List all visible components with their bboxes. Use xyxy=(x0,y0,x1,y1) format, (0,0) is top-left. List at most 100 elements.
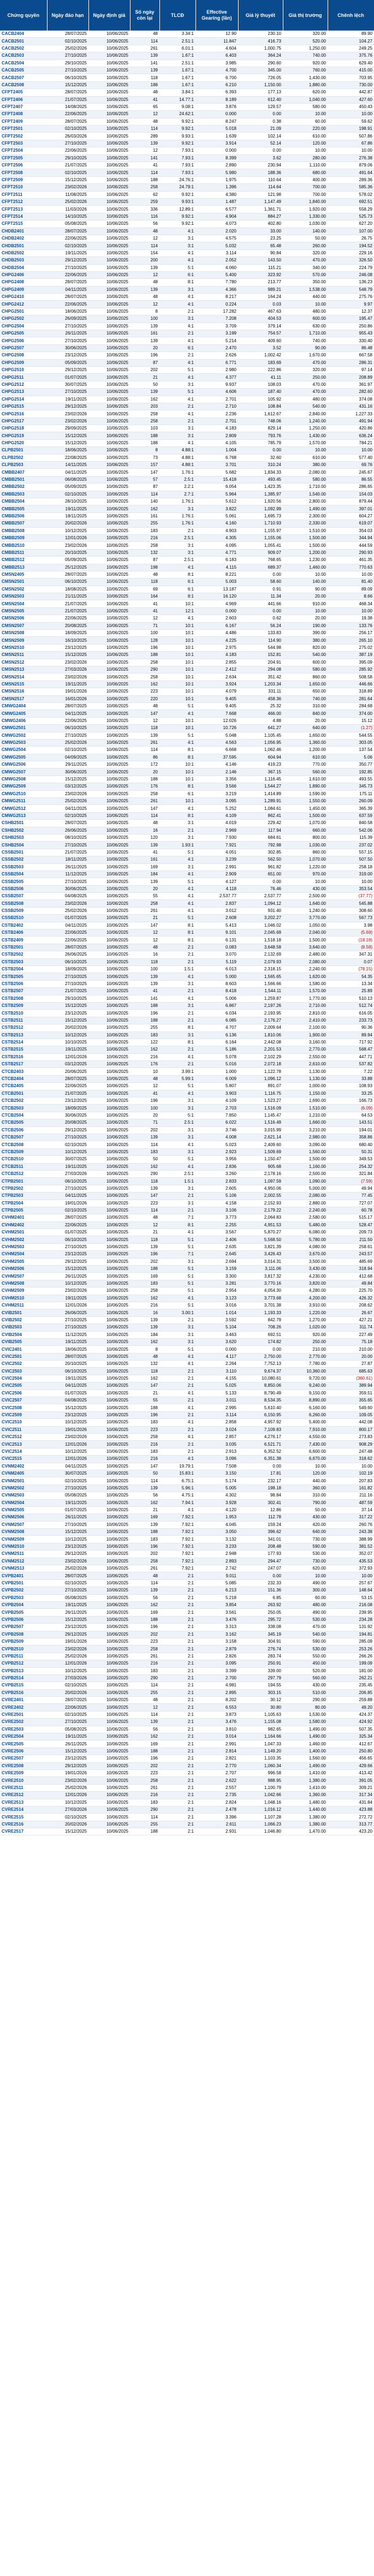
cell-expiry-date: 15/12/2025 xyxy=(47,1265,88,1273)
table-row: CSTB2502 26/06/2025 10/06/2025 16 2:1 3.070 2,… xyxy=(0,951,374,959)
table-row: CVPB2512 12/01/2026 10/06/2025 216 2:1 3.095 2… xyxy=(0,1660,374,1668)
cell-conversion-ratio: 5.99:1 xyxy=(159,1075,195,1083)
cell-conversion-ratio: 3:1 xyxy=(159,1104,195,1112)
cell-effective-gearing: 8.247 xyxy=(195,118,238,126)
cell-valuation-date: 10/06/2025 xyxy=(88,1799,130,1806)
cell-difference: 442.87 xyxy=(328,88,374,97)
cell-warrant-code: CMBB2502 xyxy=(0,483,47,491)
cell-days-remaining: 139 xyxy=(130,1484,159,1493)
cell-valuation-date: 10/06/2025 xyxy=(88,761,130,769)
cell-warrant-code: CSHB2501 xyxy=(0,819,47,827)
cell-warrant-code: CTPB2505 xyxy=(0,1207,47,1215)
table-row: CTCB2510 30/07/2025 10/06/2025 50 5:1 3.956 1,… xyxy=(0,1155,374,1164)
cell-effective-gearing: 2.948 xyxy=(195,1550,238,1558)
cell-days-remaining: 140 xyxy=(130,498,159,506)
cell-valuation-date: 10/06/2025 xyxy=(88,1572,130,1580)
cell-difference: 265.10 xyxy=(328,636,374,645)
cell-warrant-code: CMSN2517 xyxy=(0,695,47,703)
cell-market-price: 450.00 xyxy=(283,1660,328,1668)
cell-difference: 195.47 xyxy=(328,315,374,323)
cell-days-remaining: 188 xyxy=(130,1002,159,1010)
cell-effective-gearing: 2.703 xyxy=(195,1104,238,1112)
cell-theoretical-price: 2,201.53 xyxy=(238,1046,283,1054)
cell-difference: 374.00 xyxy=(328,709,374,718)
cell-days-remaining: 48 xyxy=(130,118,159,126)
cell-expiry-date: 30/06/2025 xyxy=(47,768,88,776)
cell-valuation-date: 10/06/2025 xyxy=(88,512,130,521)
cell-market-price: 2,770.00 xyxy=(283,1046,328,1054)
cell-warrant-code: CTCB2403 xyxy=(0,1068,47,1076)
cell-days-remaining: 139 xyxy=(130,1323,159,1332)
cell-theoretical-price: 1,385.97 xyxy=(238,491,283,499)
table-row: CHDB2502 19/11/2025 10/06/2025 154 4:1 3.114 9… xyxy=(0,249,374,258)
cell-theoretical-price: 102.14 xyxy=(238,132,283,140)
cell-difference: 548.79 xyxy=(328,286,374,294)
cell-valuation-date: 10/06/2025 xyxy=(88,666,130,674)
cell-market-price: 970.00 xyxy=(283,870,328,879)
cell-warrant-code: CVRE2508 xyxy=(0,1762,47,1770)
cell-conversion-ratio: 10:1 xyxy=(159,636,195,645)
cell-theoretical-price: 9,674.37 xyxy=(238,1367,283,1375)
cell-conversion-ratio: 10:1 xyxy=(159,688,195,696)
cell-difference: 77.45 xyxy=(328,1192,374,1200)
cell-days-remaining: 261 xyxy=(130,1784,159,1792)
cell-market-price: 1,210.00 xyxy=(283,1112,328,1120)
cell-valuation-date: 10/06/2025 xyxy=(88,1433,130,1441)
cell-difference: 54.35 xyxy=(328,973,374,981)
cell-valuation-date: 10/06/2025 xyxy=(88,1221,130,1230)
table-row: CMBB2505 19/11/2025 10/06/2025 162 3:1 3.822 1… xyxy=(0,505,374,513)
cell-theoretical-price: 338.08 xyxy=(238,1623,283,1631)
cell-theoretical-price: 726.05 xyxy=(238,74,283,82)
cell-warrant-code: CLPB2503 xyxy=(0,461,47,469)
cell-expiry-date: 02/10/2025 xyxy=(47,1141,88,1149)
cell-days-remaining: 12 xyxy=(130,929,159,937)
cell-difference: 249.25 xyxy=(328,45,374,53)
cell-conversion-ratio: 3:1 xyxy=(159,980,195,988)
table-row: CHPG2510 29/12/2025 10/06/2025 202 5:1 2.980 2… xyxy=(0,366,374,374)
table-row: CVNM2506 26/11/2025 10/06/2025 169 7.92:1 1.9… xyxy=(0,1513,374,1522)
cell-expiry-date: 21/07/2025 xyxy=(47,849,88,857)
cell-market-price: 600.00 xyxy=(283,315,328,323)
cell-difference: 374.08 xyxy=(328,396,374,403)
cell-warrant-code: CMBB2506 xyxy=(0,512,47,521)
cell-difference: 350.77 xyxy=(328,761,374,769)
cell-difference: 209.73 xyxy=(328,1229,374,1237)
cell-difference: 303.05 xyxy=(328,739,374,747)
cell-difference: 208.89 xyxy=(328,373,374,381)
cell-effective-gearing: 5.085 xyxy=(195,1579,238,1588)
cell-effective-gearing: 2.833 xyxy=(195,1177,238,1185)
table-row: CMSN2516 19/01/2026 10/06/2025 223 10:1 4.079… xyxy=(0,688,374,696)
cell-conversion-ratio: 2:1 xyxy=(159,958,195,967)
cell-days-remaining: 71 xyxy=(130,622,159,630)
cell-warrant-code: CSTB2409 xyxy=(0,936,47,944)
table-row: CVNM2402 04/11/2025 10/06/2025 147 19.79:1 7.… xyxy=(0,1463,374,1470)
cell-effective-gearing: 2.969 xyxy=(195,827,238,834)
cell-market-price: 7,780.00 xyxy=(283,1360,328,1368)
table-row: CFPT2511 11/08/2025 10/06/2025 62 9.92:1 4.38… xyxy=(0,191,374,199)
cell-warrant-code: CHPG2519 xyxy=(0,432,47,440)
cell-theoretical-price: 5,610.40 xyxy=(238,1404,283,1412)
table-row: CVPB2506 15/12/2025 10/06/2025 188 2:1 3.476 2… xyxy=(0,1616,374,1624)
cell-warrant-code: CSSB2506 xyxy=(0,885,47,893)
cell-valuation-date: 10/06/2025 xyxy=(88,1535,130,1543)
cell-valuation-date: 10/06/2025 xyxy=(88,59,130,67)
cell-difference: 10.00 xyxy=(328,878,374,886)
cell-days-remaining: 118 xyxy=(130,74,159,82)
cell-theoretical-price: 114.90 xyxy=(238,636,283,645)
cell-conversion-ratio: 3:1 xyxy=(159,1323,195,1332)
cell-warrant-code: CHPG2408 xyxy=(0,278,47,287)
cell-theoretical-price: 108.84 xyxy=(238,403,283,411)
cell-expiry-date: 19/01/2026 xyxy=(47,1638,88,1646)
cell-warrant-code: CMWG2504 xyxy=(0,746,47,754)
cell-conversion-ratio: 2:1 xyxy=(159,1755,195,1763)
cell-days-remaining: 255 xyxy=(130,1689,159,1697)
cell-days-remaining: 139 xyxy=(130,732,159,740)
cell-theoretical-price: 188.36 xyxy=(238,169,283,177)
cell-effective-gearing: 5.016 xyxy=(195,1060,238,1069)
cell-difference: 67.86 xyxy=(328,140,374,148)
cell-market-price: 1,070.00 xyxy=(283,819,328,827)
cell-valuation-date: 10/06/2025 xyxy=(88,819,130,827)
table-row: CHPG2507 30/06/2025 10/06/2025 20 6:1 2.470 3.… xyxy=(0,344,374,353)
cell-conversion-ratio: 3:1 xyxy=(159,1126,195,1134)
cell-conversion-ratio: 3:1 xyxy=(159,1031,195,1039)
